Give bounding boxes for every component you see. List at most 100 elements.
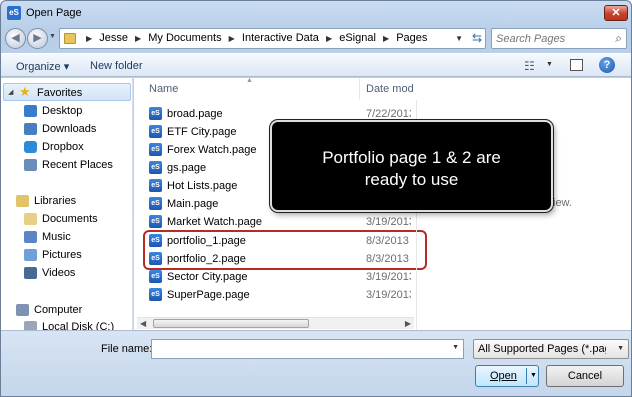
esignal-page-icon: eS [149, 197, 162, 210]
cancel-button[interactable]: Cancel [546, 365, 624, 387]
file-name-input[interactable] [155, 342, 445, 356]
file-name: Forex Watch.page [167, 144, 257, 156]
organize-button[interactable]: Organize ▾ [16, 60, 69, 73]
videos-icon [24, 267, 37, 279]
search-input[interactable] [496, 31, 606, 46]
nav-item-label: Pictures [42, 249, 82, 261]
nav-item-label: Downloads [42, 123, 97, 135]
annotation-tooltip: Portfolio page 1 & 2 are ready to use [270, 120, 553, 212]
portfolio-highlight-box [143, 230, 427, 270]
nav-item-recent-places[interactable]: Recent Places [1, 156, 132, 174]
esignal-app-icon: eS [7, 6, 21, 20]
open-options-dropdown[interactable]: ▼ [530, 372, 537, 379]
nav-item-local-disk[interactable]: Local Disk (C:) [1, 318, 132, 330]
nav-computer[interactable]: Computer [1, 301, 132, 319]
close-button[interactable]: ✕ [604, 5, 628, 21]
nav-item-videos[interactable]: Videos [1, 264, 132, 282]
file-row[interactable]: eS Sector City.page 3/19/2013 [134, 268, 414, 286]
esignal-page-icon: eS [149, 288, 162, 301]
title-bar: eS Open Page ✕ [1, 1, 631, 25]
breadcrumb-esignal[interactable]: eSignal [339, 32, 376, 44]
breadcrumb-my-documents[interactable]: My Documents [148, 32, 221, 44]
column-header-name[interactable]: Name [149, 78, 178, 100]
search-icon[interactable]: ⌕ [615, 31, 622, 46]
nav-libraries[interactable]: Libraries [1, 192, 132, 210]
nav-item-music[interactable]: Music [1, 228, 132, 246]
nav-item-label: Dropbox [42, 141, 84, 153]
chevron-right-icon[interactable]: ▶ [86, 34, 92, 43]
scroll-right-icon[interactable]: ▶ [405, 318, 411, 330]
file-selection-bar: File name: ▼ All Supported Pages (*.page… [1, 330, 631, 396]
expand-icon[interactable]: ◢ [8, 88, 13, 96]
help-icon[interactable]: ? [599, 57, 615, 73]
pictures-icon [24, 249, 37, 261]
address-history-dropdown[interactable]: ▼ [455, 34, 463, 43]
search-box[interactable]: ⌕ [491, 28, 627, 49]
breadcrumb: ▶ Jesse ▶ My Documents ▶ Interactive Dat… [82, 32, 427, 44]
file-type-select[interactable]: All Supported Pages (*.page ▼ [473, 339, 629, 359]
folder-icon [64, 33, 76, 44]
nav-item-label: Music [42, 231, 71, 243]
chevron-right-icon[interactable]: ▶ [383, 34, 389, 43]
breadcrumb-pages[interactable]: Pages [396, 32, 427, 44]
preview-pane-icon[interactable] [570, 59, 583, 71]
address-bar[interactable]: ▶ Jesse ▶ My Documents ▶ Interactive Dat… [59, 28, 486, 49]
esignal-page-icon: eS [149, 143, 162, 156]
star-icon: ★ [19, 84, 31, 99]
tooltip-line-1: Portfolio page 1 & 2 are [322, 148, 501, 167]
file-name-label: File name: [101, 343, 153, 355]
tooltip-line-2: ready to use [364, 170, 459, 189]
nav-item-label: Local Disk (C:) [42, 321, 115, 330]
esignal-page-icon: eS [149, 125, 162, 138]
file-name-combobox[interactable]: ▼ [151, 339, 464, 359]
chevron-down-icon[interactable]: ▼ [452, 344, 459, 351]
arrow-left-icon: ◀ [11, 32, 20, 44]
horizontal-scrollbar[interactable]: ◀ ▶ [137, 317, 414, 329]
new-folder-button[interactable]: New folder [90, 60, 143, 72]
window-title: Open Page [26, 7, 82, 19]
scrollbar-thumb[interactable] [153, 319, 309, 328]
file-date: 3/19/2013 [366, 216, 411, 228]
file-row[interactable]: eS SuperPage.page 3/19/2013 [134, 286, 414, 304]
refresh-icon[interactable]: ⇆ [472, 31, 482, 45]
nav-item-dropbox[interactable]: Dropbox [1, 138, 132, 156]
scroll-left-icon[interactable]: ◀ [140, 318, 146, 330]
column-divider[interactable] [359, 78, 360, 100]
sort-ascending-icon: ▲ [246, 77, 253, 84]
file-name: Market Watch.page [167, 216, 262, 228]
navigation-pane: ◢ ★ Favorites Desktop Downloads Dropbox … [1, 78, 133, 330]
file-name: Sector City.page [167, 271, 248, 283]
esignal-page-icon: eS [149, 179, 162, 192]
view-options-dropdown[interactable]: ▼ [546, 61, 553, 68]
chevron-right-icon[interactable]: ▶ [229, 34, 235, 43]
dropbox-icon [24, 141, 37, 153]
breadcrumb-interactive-data[interactable]: Interactive Data [242, 32, 319, 44]
recent-locations-dropdown[interactable]: ▼ [49, 33, 56, 40]
back-button[interactable]: ◀ [5, 28, 26, 49]
change-view-icon[interactable]: ☷ [524, 59, 535, 73]
nav-item-pictures[interactable]: Pictures [1, 246, 132, 264]
nav-item-desktop[interactable]: Desktop [1, 102, 132, 120]
file-name: gs.page [167, 162, 207, 174]
file-name: broad.page [167, 108, 223, 120]
desktop-icon [24, 105, 37, 117]
file-row[interactable]: eS Market Watch.page 3/19/2013 [134, 213, 414, 231]
esignal-page-icon: eS [149, 215, 162, 228]
chevron-right-icon[interactable]: ▶ [135, 34, 141, 43]
nav-favorites[interactable]: ◢ ★ Favorites [3, 83, 131, 101]
nav-item-downloads[interactable]: Downloads [1, 120, 132, 138]
libraries-icon [16, 195, 29, 207]
open-button[interactable]: Open ▼ [475, 365, 539, 387]
chevron-right-icon[interactable]: ▶ [326, 34, 332, 43]
esignal-page-icon: eS [149, 161, 162, 174]
hard-disk-icon [24, 321, 37, 330]
nav-item-label: Recent Places [42, 159, 113, 171]
nav-item-label: Videos [42, 267, 76, 279]
file-name: Hot Lists.page [167, 180, 238, 192]
nav-item-documents[interactable]: Documents [1, 210, 132, 228]
breadcrumb-jesse[interactable]: Jesse [99, 32, 128, 44]
nav-favorites-label: Favorites [37, 87, 83, 99]
open-page-dialog: eS Open Page ✕ ◀ ▶ ▼ ▶ Jesse ▶ My Docume… [0, 0, 632, 397]
column-header-date-modified[interactable]: Date mod [366, 78, 414, 100]
forward-button[interactable]: ▶ [27, 28, 48, 49]
